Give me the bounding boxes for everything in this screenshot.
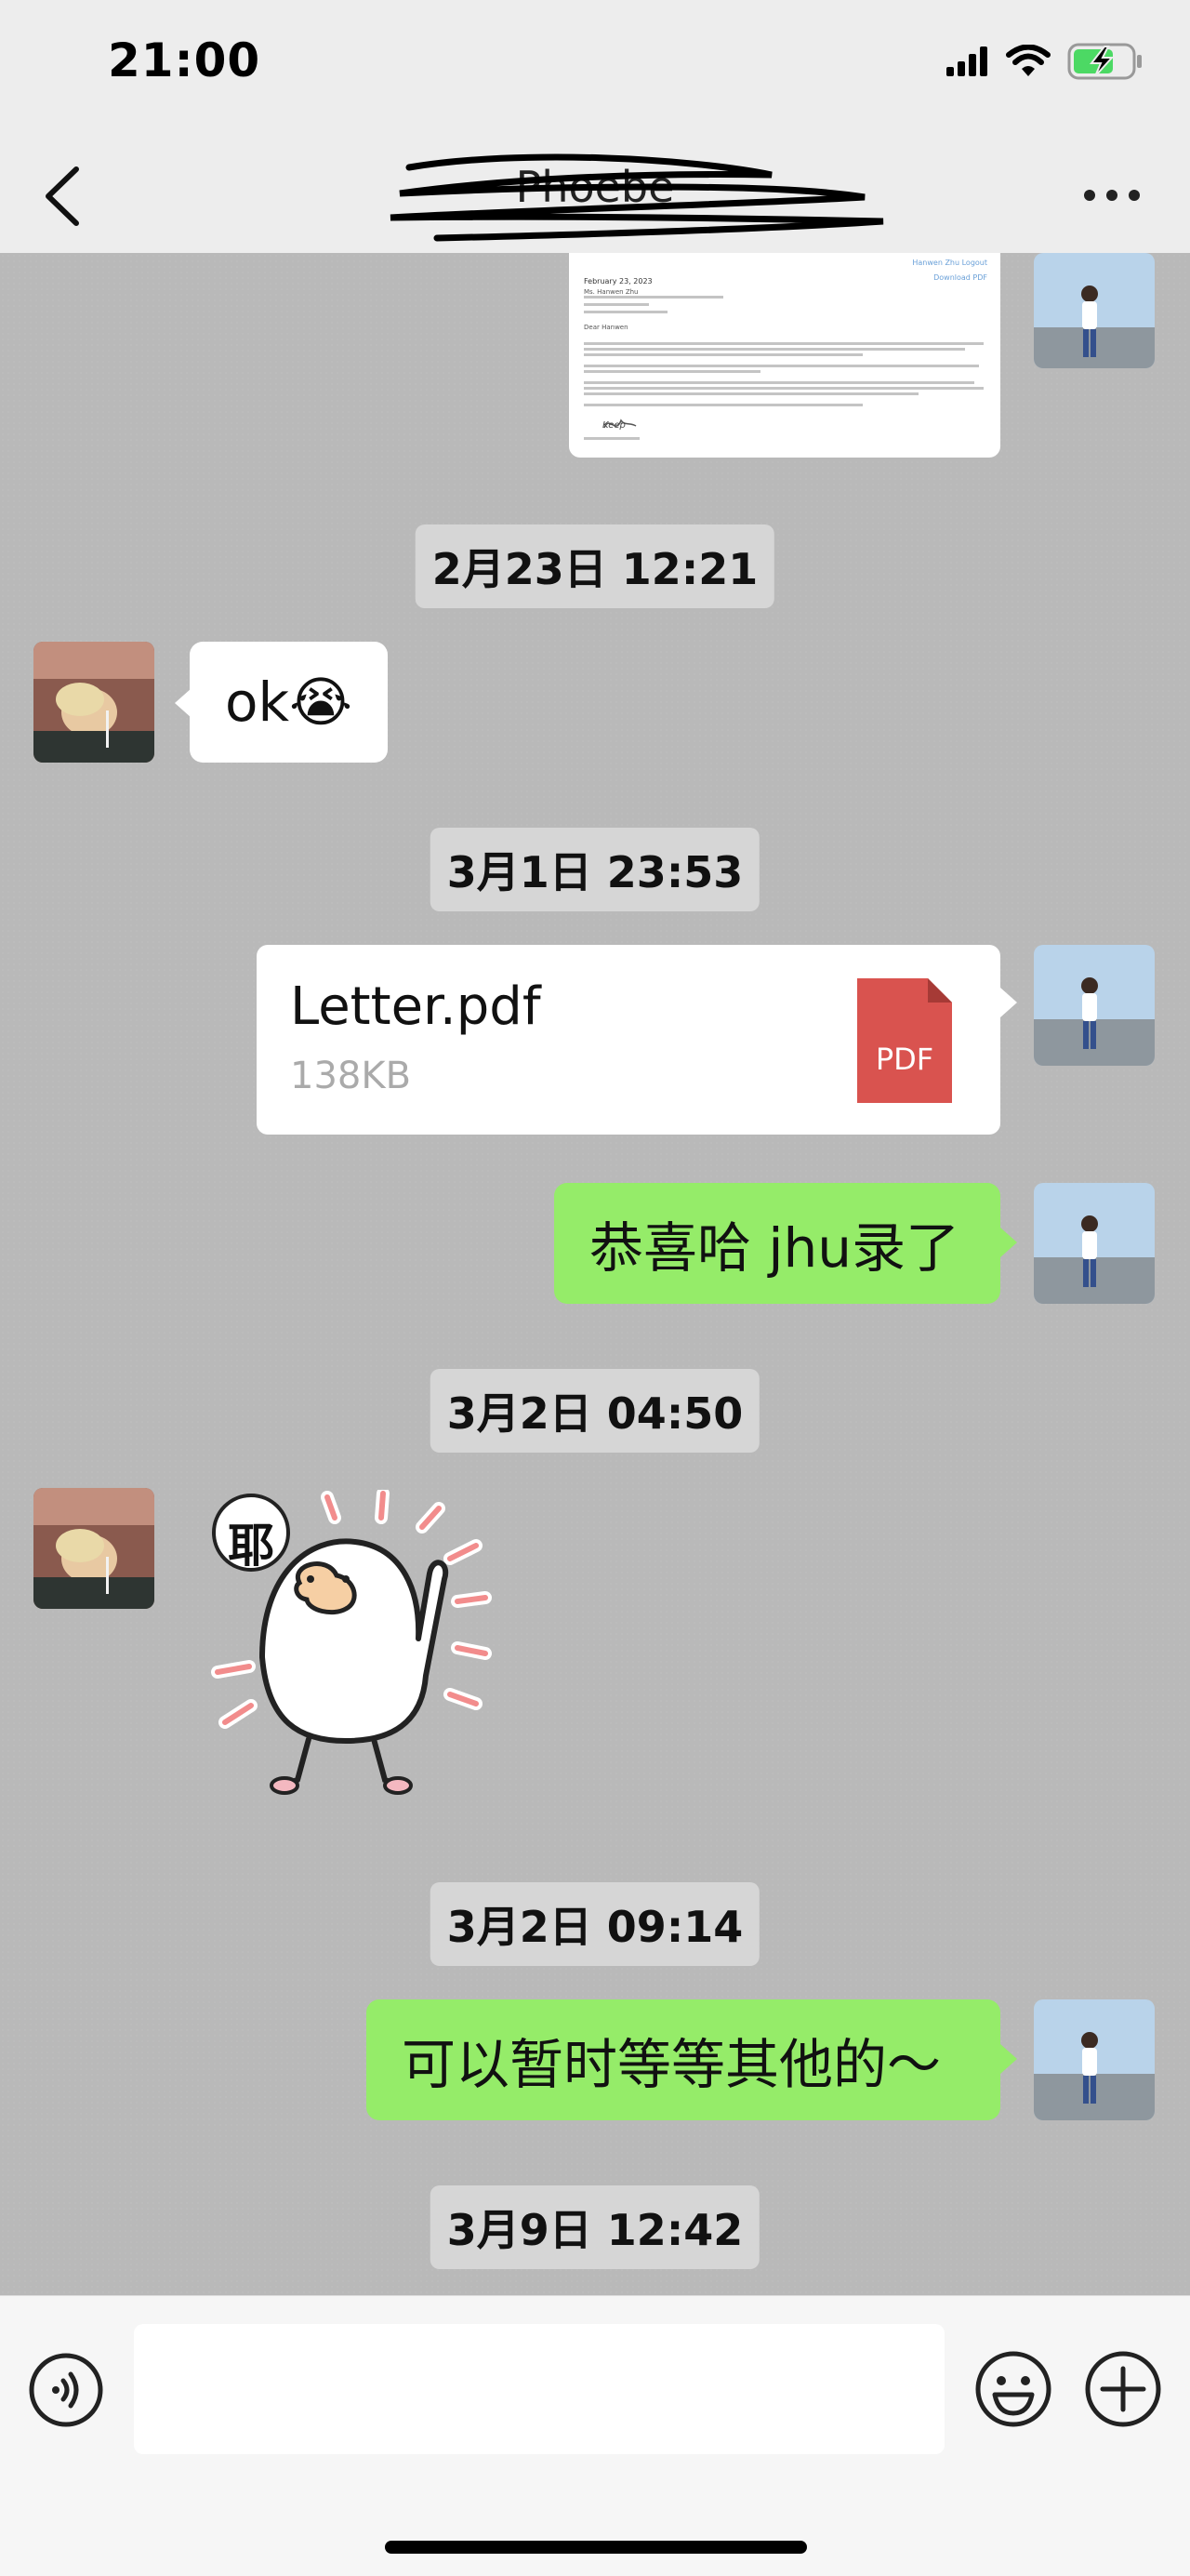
- doc-preview-signature: Keep: [602, 420, 626, 431]
- file-size: 138KB: [290, 1055, 412, 1097]
- timestamp: 3月2日 04:50: [430, 1369, 760, 1453]
- avatar-me[interactable]: [1034, 945, 1155, 1066]
- avatar-contact[interactable]: [33, 642, 154, 763]
- avatar-me[interactable]: [1034, 1183, 1155, 1304]
- avatar-contact-image: [33, 1488, 154, 1609]
- status-bar: 21:00: [0, 0, 1190, 139]
- doc-preview-link: Hanwen Zhu Logout: [912, 259, 987, 267]
- home-indicator[interactable]: [385, 2541, 807, 2554]
- avatar-me[interactable]: [1034, 253, 1155, 368]
- more-icon[interactable]: [1082, 188, 1142, 203]
- voice-icon[interactable]: [28, 2352, 104, 2428]
- message-bubble-sent[interactable]: 可以暂时等等其他的～: [366, 1999, 1000, 2120]
- battery-icon: [1067, 43, 1142, 80]
- doc-preview-text-lines: [584, 296, 984, 440]
- message-bubble-sent[interactable]: 恭喜哈 jhu录了: [554, 1183, 1000, 1304]
- message-text: 可以暂时等等其他的～: [402, 2033, 942, 2096]
- status-icons: [946, 43, 1144, 80]
- avatar-contact[interactable]: [33, 1488, 154, 1609]
- sticker-message[interactable]: 耶: [206, 1487, 513, 1806]
- message-input[interactable]: [134, 2324, 945, 2454]
- bubble-tail: [1000, 988, 1017, 1017]
- message-text: 恭喜哈 jhu录了: [589, 1216, 960, 1280]
- wifi-icon: [1006, 45, 1051, 76]
- avatar-me-image: [1034, 945, 1155, 1066]
- timestamp: 3月1日 23:53: [430, 828, 760, 911]
- avatar-me[interactable]: [1034, 1999, 1155, 2120]
- file-name: Letter.pdf: [290, 976, 541, 1037]
- doc-preview-download: Download PDF: [933, 273, 987, 282]
- message-bubble-received[interactable]: ok😭: [190, 642, 388, 763]
- signal-icon: [946, 46, 987, 76]
- message-text: ok😭: [225, 671, 352, 734]
- input-bar: [0, 2295, 1190, 2576]
- timestamp: 3月2日 09:14: [430, 1882, 760, 1966]
- timestamp: 3月9日 12:42: [430, 2185, 760, 2269]
- sticker-text: 耶: [228, 1519, 274, 1573]
- message-list[interactable]: Hanwen Zhu Logout Download PDF February …: [0, 253, 1190, 2295]
- doc-preview-date: February 23, 2023: [584, 277, 653, 285]
- avatar-me-image: [1034, 1183, 1155, 1304]
- doc-preview-recipient: Ms. Hanwen Zhu: [584, 288, 639, 296]
- avatar-contact-image: [33, 642, 154, 763]
- emoji-icon[interactable]: [974, 2350, 1052, 2428]
- document-preview-message[interactable]: Hanwen Zhu Logout Download PDF February …: [569, 253, 1000, 458]
- timestamp: 2月23日 12:21: [415, 524, 775, 608]
- redaction-scribble: [390, 153, 884, 242]
- avatar-me-image: [1034, 1999, 1155, 2120]
- bubble-tail: [1000, 1228, 1017, 1257]
- bubble-tail: [1000, 2044, 1017, 2074]
- pdf-icon: [857, 978, 952, 1103]
- status-time: 21:00: [108, 33, 261, 87]
- chat-header: Phoebe: [0, 139, 1190, 253]
- file-message[interactable]: Letter.pdf 138KB PDF: [257, 945, 1000, 1135]
- plus-icon[interactable]: [1084, 2350, 1162, 2428]
- pdf-icon-label: PDF: [875, 1042, 934, 1077]
- avatar-me-image: [1034, 253, 1155, 368]
